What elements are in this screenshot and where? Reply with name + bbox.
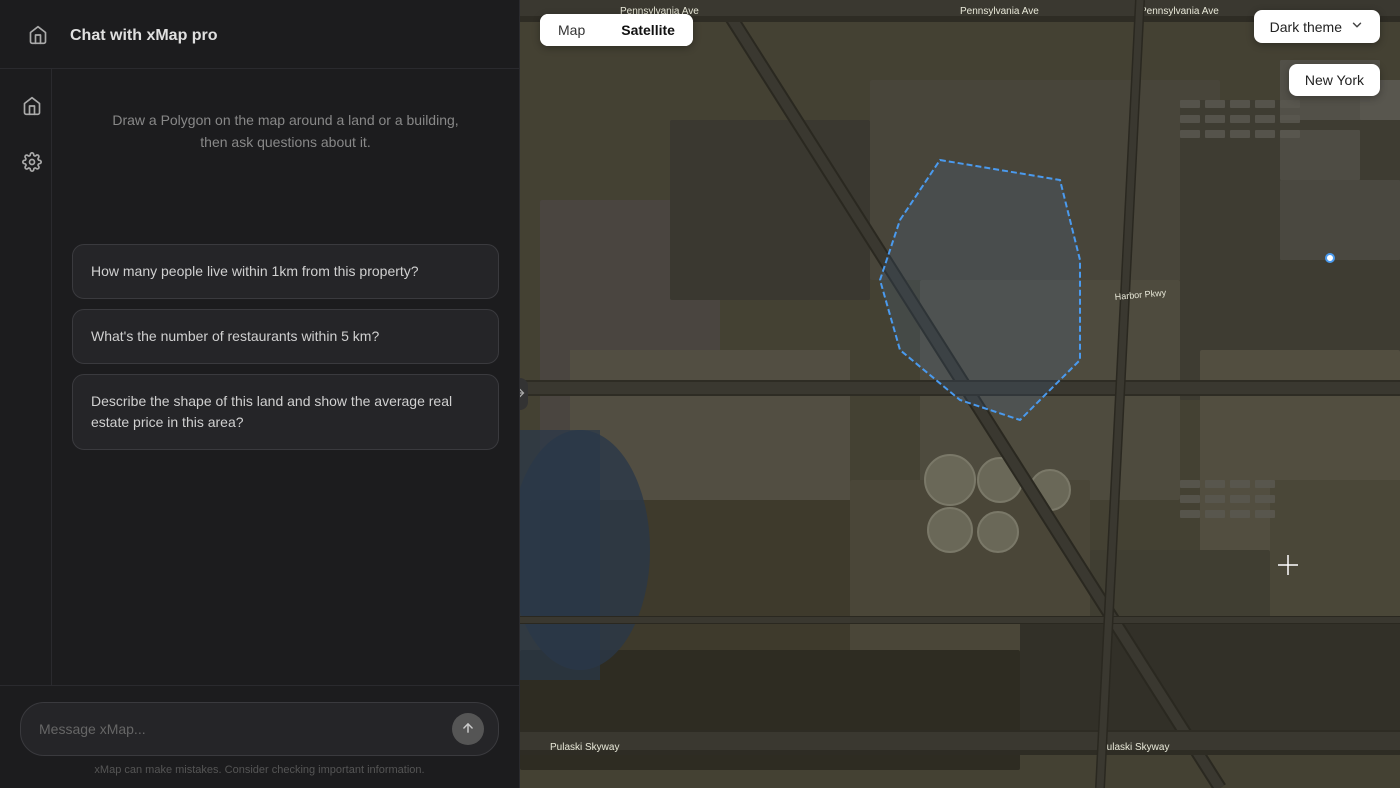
disclaimer: xMap can make mistakes. Consider checkin… [20,764,499,776]
suggestion-card-1[interactable]: How many people live within 1km from thi… [72,244,499,299]
map-tabs: Map Satellite [540,14,693,46]
chat-input-wrapper [20,702,499,756]
chevron-down-icon [1350,18,1364,35]
message-input[interactable] [39,721,442,737]
chat-input-area: xMap can make mistakes. Consider checkin… [0,685,519,788]
intro-text: Draw a Polygon on the map around a land … [106,109,466,154]
satellite-map: Pennsylvania Ave Pennsylvania Ave Pennsy… [520,0,1400,788]
theme-dropdown[interactable]: Dark theme [1254,10,1380,43]
home-button[interactable] [20,18,56,54]
sidebar: Chat with xMap pro [0,0,520,788]
svg-text:Pulaski Skyway: Pulaski Skyway [1100,742,1169,753]
suggestion-card-2[interactable]: What's the number of restaurants within … [72,309,499,364]
app-title: Chat with xMap pro [70,27,218,45]
map-tab-satellite[interactable]: Satellite [603,14,693,46]
svg-text:Pennsylvania Ave: Pennsylvania Ave [960,6,1039,17]
suggestion-card-3[interactable]: Describe the shape of this land and show… [72,374,499,450]
chat-content: Draw a Polygon on the map around a land … [52,69,519,685]
sidebar-header: Chat with xMap pro [0,0,519,69]
map-tab-map[interactable]: Map [540,14,603,46]
home-icon [28,25,48,48]
settings-nav-icon [22,152,42,175]
location-badge: New York [1289,64,1380,96]
svg-text:Pulaski Skyway: Pulaski Skyway [550,742,619,753]
sidebar-nav [20,18,56,54]
resize-icon [520,387,526,402]
svg-text:Pennsylvania Ave: Pennsylvania Ave [1140,6,1219,17]
settings-nav-button[interactable] [14,145,50,181]
location-text: New York [1305,72,1364,88]
home-nav-icon [22,96,42,119]
resize-handle[interactable] [520,378,528,410]
suggestion-cards: How many people live within 1km from thi… [72,244,499,450]
send-button[interactable] [452,713,484,745]
theme-label: Dark theme [1270,19,1342,35]
send-icon [461,721,475,738]
home-nav-button[interactable] [14,89,50,125]
map-area[interactable]: Pennsylvania Ave Pennsylvania Ave Pennsy… [520,0,1400,788]
